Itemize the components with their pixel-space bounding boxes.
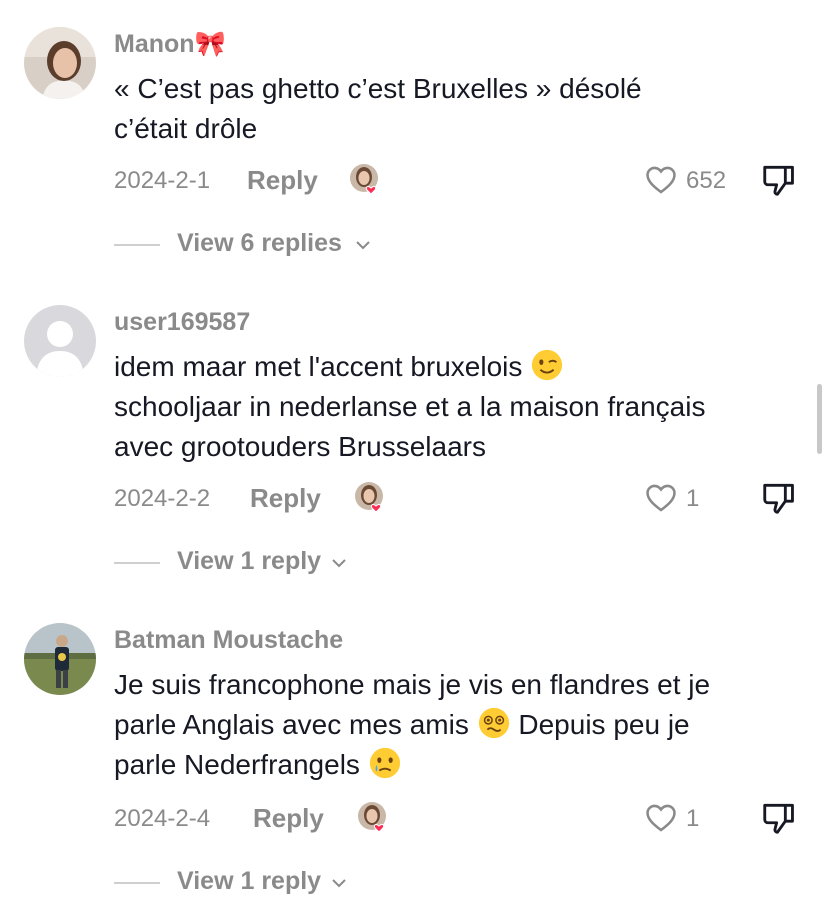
comment-text: idem maar met l'accent bruxelois schoolj… [114,347,804,467]
comment-actions: 2024-2-2 Reply 1 [114,479,804,519]
thumbs-down-icon [763,165,794,196]
divider [114,882,160,884]
dislike-button[interactable] [760,161,798,199]
comment-text: « C’est pas ghetto c’est Bruxelles » dés… [114,73,642,144]
heart-outline-icon [646,166,676,194]
dizzy-face-emoji [478,707,509,739]
like-button[interactable]: 652 [643,161,733,201]
view-replies-button[interactable]: View 1 reply [114,865,434,901]
comment-date: 2024-2-4 [114,805,211,832]
dislike-button[interactable] [760,799,798,837]
view-replies-label: View 1 reply [177,867,322,895]
creator-liked-avatar-icon [354,481,388,515]
chevron-down-icon [356,241,370,250]
creator-liked-avatar-icon [349,163,383,197]
thumbs-down-icon [763,803,794,834]
chevron-down-icon [332,879,346,888]
comment-actions: 2024-2-1 Reply 652 [114,161,804,201]
reply-button[interactable]: Reply [250,483,321,514]
heart-outline-icon [646,804,676,832]
comment-text: Je suis francophone mais je vis en fland… [114,669,711,780]
like-count: 652 [686,167,727,194]
like-button[interactable]: 1 [643,799,733,839]
comment-date: 2024-2-2 [114,485,211,512]
comment-date: 2024-2-1 [114,167,211,194]
avatar[interactable] [24,27,96,99]
username[interactable]: Manon🎀 [114,30,226,59]
chevron-down-icon [332,559,346,568]
like-count: 1 [686,485,700,512]
like-count: 1 [686,805,700,832]
scrollbar[interactable] [817,384,822,454]
view-replies-button[interactable]: View 1 reply [114,545,434,581]
username[interactable]: user169587 [114,308,250,337]
username[interactable]: Batman Moustache [114,626,343,655]
reply-button[interactable]: Reply [253,803,324,834]
avatar[interactable] [24,305,96,377]
winking-face-emoji [532,349,563,381]
like-button[interactable]: 1 [643,479,733,519]
view-replies-label: View 1 reply [177,547,322,575]
view-replies-button[interactable]: View 6 replies [114,227,434,263]
heart-outline-icon [646,484,676,512]
comment-actions: 2024-2-4 Reply 1 [114,799,804,839]
sad-tear-face-emoji [369,747,400,779]
creator-liked-avatar-icon [357,801,391,835]
thumbs-down-icon [763,483,794,514]
dislike-button[interactable] [760,479,798,517]
avatar[interactable] [24,623,96,695]
view-replies-label: View 6 replies [177,229,342,257]
divider [114,244,160,246]
reply-button[interactable]: Reply [247,165,318,196]
divider [114,562,160,564]
